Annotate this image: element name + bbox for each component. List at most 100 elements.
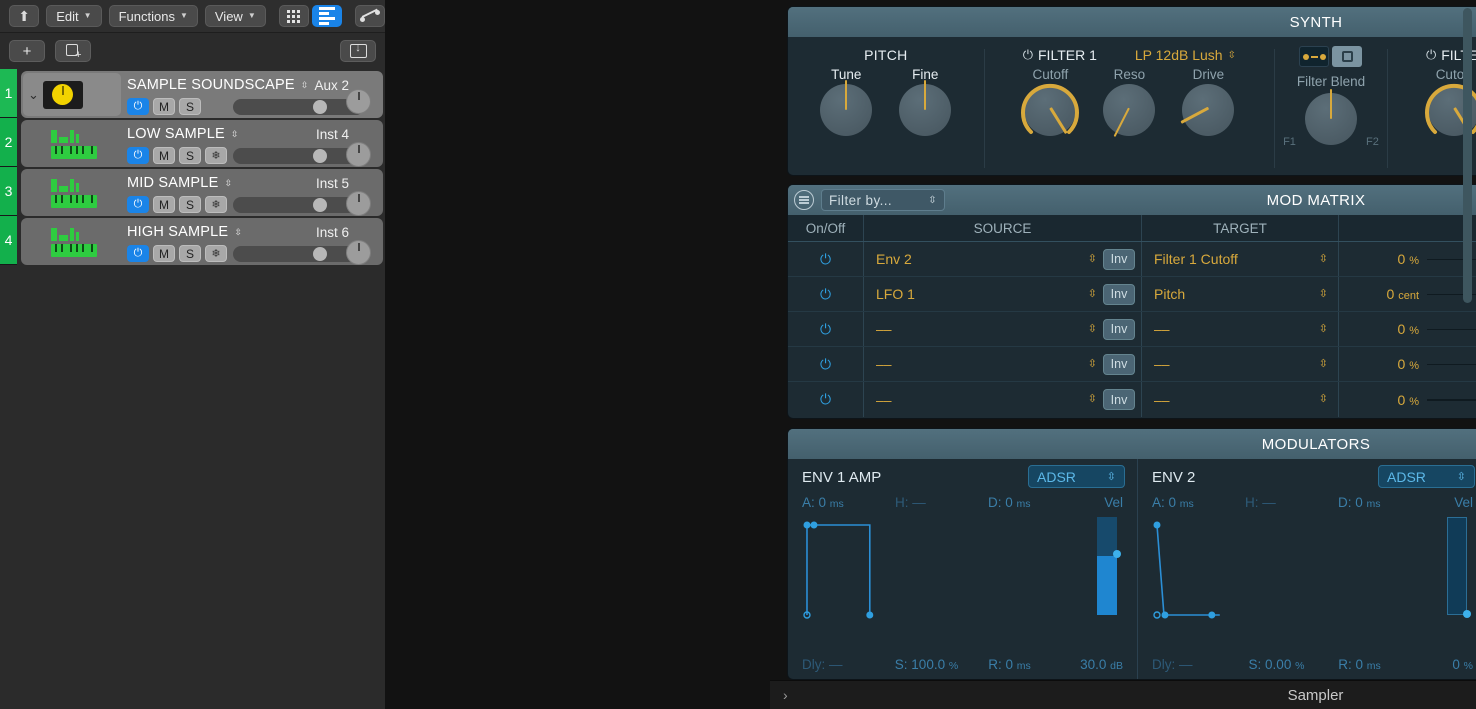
row-power-button[interactable]: ⏻	[817, 355, 835, 373]
source-invert-button[interactable]: Inv	[1103, 353, 1135, 375]
row-source-cell[interactable]: –– ⇳ Inv	[864, 312, 1142, 346]
chevron-updown-icon[interactable]: ⇳	[1088, 288, 1097, 300]
row-power-button[interactable]: ⏻	[817, 285, 835, 303]
env1-delay[interactable]: Dly: —	[802, 657, 885, 672]
grid-view-button[interactable]	[278, 5, 309, 27]
pan-knob[interactable]	[346, 240, 371, 265]
volume-slider[interactable]	[233, 246, 364, 262]
serial-routing-button[interactable]	[1299, 46, 1330, 67]
track-name[interactable]: SAMPLE SOUNDSCAPE ⇳	[127, 77, 309, 93]
pan-knob[interactable]	[346, 142, 371, 167]
list-view-button[interactable]	[311, 5, 342, 27]
track-body[interactable]: MID SAMPLE ⇳ Inst 5 ⏻ M S ❄	[21, 169, 383, 216]
view-menu[interactable]: View ▼	[204, 5, 266, 27]
filter-icon[interactable]	[794, 190, 814, 210]
track-name[interactable]: HIGH SAMPLE ⇳	[127, 224, 242, 240]
env2-decay[interactable]: D: 0 ms	[1338, 495, 1431, 510]
env1-release[interactable]: R: 0 ms	[968, 657, 1051, 672]
track-disclosure-group[interactable]: ⌄	[23, 73, 121, 116]
env1-velocity-slider[interactable]	[1097, 517, 1121, 615]
freeze-button[interactable]: ❄	[205, 245, 227, 262]
add-track-button[interactable]: +	[9, 40, 45, 62]
env1-attack[interactable]: A: 0 ms	[802, 495, 895, 510]
chevron-updown-icon[interactable]: ⇳	[301, 80, 309, 91]
env1-decay[interactable]: D: 0 ms	[988, 495, 1081, 510]
env1-graph[interactable]	[802, 517, 1123, 627]
mute-button[interactable]: M	[153, 196, 175, 213]
back-button[interactable]: ⬆	[9, 5, 40, 27]
volume-slider[interactable]	[233, 99, 364, 115]
env1-mode-select[interactable]: ADSR ⇳	[1028, 465, 1125, 488]
tune-knob[interactable]	[820, 80, 873, 136]
table-row[interactable]: 3 MID SAMPLE ⇳ Inst 5 ⏻ M S ❄	[0, 167, 385, 216]
filter-blend-knob[interactable]	[1304, 89, 1357, 145]
source-invert-button[interactable]: Inv	[1103, 389, 1135, 410]
env2-graph[interactable]	[1152, 517, 1473, 627]
track-body[interactable]: LOW SAMPLE ⇳ Inst 4 ⏻ M S ❄	[21, 120, 383, 167]
track-name[interactable]: MID SAMPLE ⇳	[127, 175, 232, 191]
track-power-button[interactable]: ⏻	[127, 196, 149, 213]
row-source-cell[interactable]: –– ⇳ Inv	[864, 382, 1142, 417]
env1-vel-value[interactable]: 30.0 dB	[1051, 657, 1123, 672]
env2-attack[interactable]: A: 0 ms	[1152, 495, 1245, 510]
row-power-button[interactable]: ⏻	[817, 391, 835, 409]
env2-sustain[interactable]: S: 0.00 %	[1235, 657, 1318, 672]
power-icon[interactable]: ⏻	[1426, 47, 1436, 63]
track-name[interactable]: LOW SAMPLE ⇳	[127, 126, 239, 142]
row-target-cell[interactable]: –– ⇳	[1142, 382, 1339, 417]
pan-knob[interactable]	[346, 89, 371, 114]
chevron-updown-icon[interactable]: ⇳	[231, 129, 239, 140]
track-body[interactable]: HIGH SAMPLE ⇳ Inst 6 ⏻ M S ❄	[21, 218, 383, 265]
row-source-cell[interactable]: Env 2 ⇳ Inv	[864, 242, 1142, 276]
mute-button[interactable]: M	[153, 245, 175, 262]
row-power-button[interactable]: ⏻	[817, 250, 835, 268]
chevron-updown-icon[interactable]: ⇳	[1319, 323, 1328, 335]
parallel-routing-button[interactable]	[1332, 46, 1363, 67]
filter1-type-select[interactable]: LP 12dB Lush ⇳	[1135, 47, 1236, 63]
chevron-updown-icon[interactable]: ⇳	[1088, 323, 1097, 335]
vertical-scrollbar[interactable]	[1463, 8, 1472, 303]
row-target-cell[interactable]: –– ⇳	[1142, 347, 1339, 381]
freeze-button[interactable]: ❄	[205, 147, 227, 164]
track-body[interactable]: ⌄ SAMPLE SOUNDSCAPE ⇳ Aux 2 ⏻ M S	[21, 71, 383, 118]
chevron-down-icon[interactable]: ⌄	[28, 87, 39, 103]
row-source-cell[interactable]: –– ⇳ Inv	[864, 347, 1142, 381]
solo-button[interactable]: S	[179, 147, 201, 164]
chevron-updown-icon[interactable]: ⇳	[1319, 288, 1328, 300]
duplicate-track-button[interactable]	[55, 40, 91, 62]
source-invert-button[interactable]: Inv	[1103, 283, 1135, 305]
row-source-cell[interactable]: LFO 1 ⇳ Inv	[864, 277, 1142, 311]
solo-button[interactable]: S	[179, 245, 201, 262]
f1-cutoff-knob[interactable]	[1021, 83, 1080, 136]
track-power-button[interactable]: ⏻	[127, 245, 149, 262]
chevron-updown-icon[interactable]: ⇳	[224, 178, 232, 189]
env2-mode-select[interactable]: ADSR ⇳	[1378, 465, 1475, 488]
table-row[interactable]: 4 HIGH SAMPLE ⇳ Inst 6 ⏻ M S ❄	[0, 216, 385, 265]
volume-slider[interactable]	[233, 148, 364, 164]
env2-hold[interactable]: H: —	[1245, 495, 1338, 510]
env2-release[interactable]: R: 0 ms	[1318, 657, 1401, 672]
amount-slider[interactable]	[1427, 352, 1476, 376]
chevron-updown-icon[interactable]: ⇳	[1088, 358, 1097, 370]
functions-menu[interactable]: Functions ▼	[108, 5, 198, 27]
automation-button[interactable]	[354, 5, 385, 27]
track-power-button[interactable]: ⏻	[127, 147, 149, 164]
env2-vel-value[interactable]: 0 %	[1401, 657, 1473, 672]
chevron-updown-icon[interactable]: ⇳	[1088, 394, 1097, 405]
volume-slider[interactable]	[233, 197, 364, 213]
env1-hold[interactable]: H: —	[895, 495, 988, 510]
mute-button[interactable]: M	[153, 147, 175, 164]
f1-drive-knob[interactable]	[1180, 84, 1235, 136]
chevron-right-icon[interactable]: ›	[783, 687, 788, 703]
table-row[interactable]: 2 LOW SAMPLE ⇳ Inst 4 ⏻ M S ❄	[0, 118, 385, 167]
env1-sustain[interactable]: S: 100.0 %	[885, 657, 968, 672]
f1-reso-knob[interactable]	[1103, 84, 1156, 137]
solo-button[interactable]: S	[179, 196, 201, 213]
chevron-updown-icon[interactable]: ⇳	[1088, 253, 1097, 265]
freeze-button[interactable]: ❄	[205, 196, 227, 213]
row-target-cell[interactable]: Filter 1 Cutoff ⇳	[1142, 242, 1339, 276]
chevron-updown-icon[interactable]: ⇳	[1319, 358, 1328, 370]
power-icon[interactable]: ⏻	[1023, 47, 1033, 63]
row-power-button[interactable]: ⏻	[817, 320, 835, 338]
fine-knob[interactable]	[899, 80, 952, 136]
